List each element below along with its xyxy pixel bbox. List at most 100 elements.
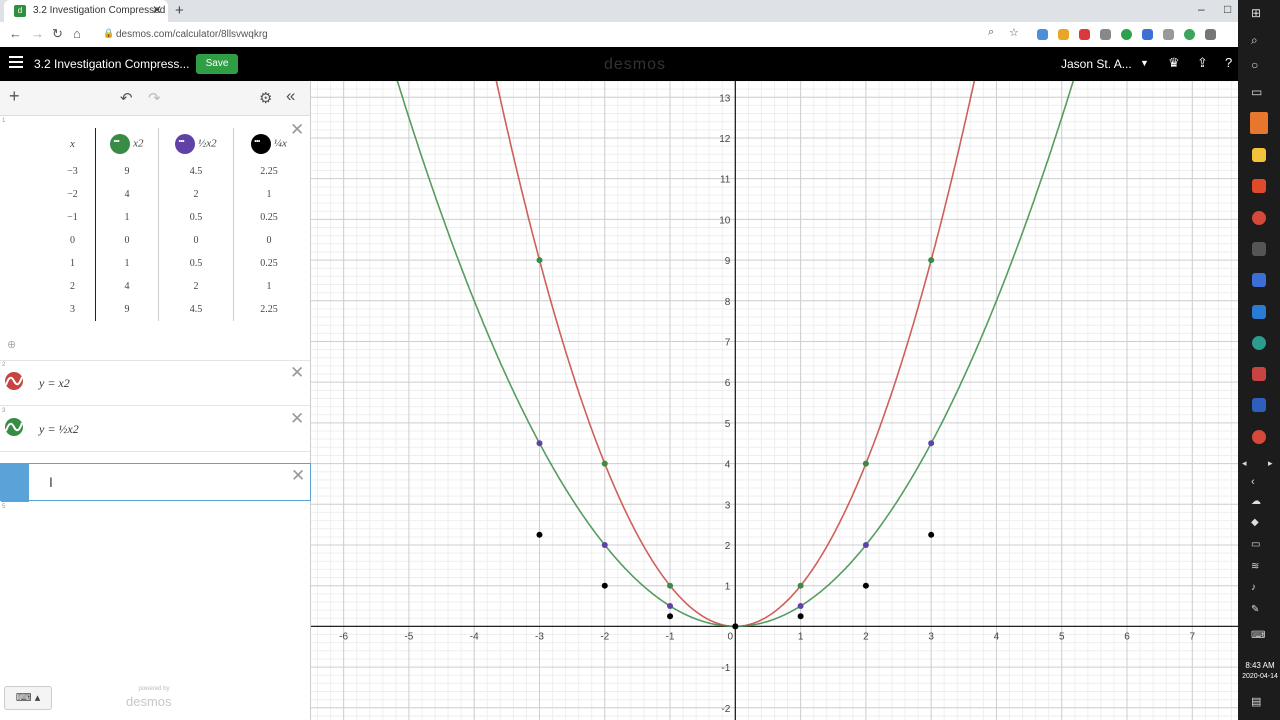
tray-right-icon[interactable]: ▸ xyxy=(1268,458,1273,469)
settings-gear-icon[interactable]: ⚙ xyxy=(259,89,272,107)
collapse-panel-icon[interactable]: « xyxy=(286,86,295,106)
graph-title[interactable]: 3.2 Investigation Compress... xyxy=(34,57,189,71)
extension-grammarly-icon[interactable] xyxy=(1121,29,1132,40)
pen-icon[interactable]: ✎ xyxy=(1251,604,1259,615)
table-header-col1[interactable]: x2 xyxy=(95,128,159,160)
table-cell[interactable]: 0 xyxy=(95,229,159,252)
wifi-icon[interactable]: ≋ xyxy=(1251,561,1259,572)
zoom-icon[interactable]: ⌕ xyxy=(988,26,994,39)
table-header-x[interactable]: x xyxy=(50,128,96,160)
table-cell[interactable]: 0 xyxy=(234,229,305,252)
graph-curve-icon[interactable] xyxy=(3,418,25,436)
table-cell[interactable]: 3 xyxy=(50,298,96,321)
extension-puzzle-icon[interactable] xyxy=(1163,29,1174,40)
table-cell[interactable]: 0 xyxy=(50,229,96,252)
add-expression-button[interactable]: + xyxy=(9,86,20,107)
table-cell[interactable]: 1 xyxy=(95,252,159,275)
point-style-icon[interactable] xyxy=(110,134,131,154)
expression-latex[interactable]: y = x2 xyxy=(39,376,70,391)
undo-icon[interactable]: ↶ xyxy=(120,89,133,107)
table-cell[interactable]: 0.5 xyxy=(158,252,234,275)
app-icon[interactable] xyxy=(1252,242,1266,256)
table-cell[interactable]: −1 xyxy=(50,206,96,229)
chrome-icon[interactable] xyxy=(1252,430,1266,444)
table-header-col2[interactable]: ½x2 xyxy=(158,128,234,160)
file-explorer-icon[interactable] xyxy=(1252,148,1266,162)
url-text[interactable]: desmos.com/calculator/8llsvwqkrg xyxy=(116,29,268,40)
edge-app-icon[interactable] xyxy=(1250,112,1268,134)
extension-gear-icon[interactable] xyxy=(1079,29,1090,40)
table-cell[interactable]: 1 xyxy=(234,183,305,206)
home-icon[interactable]: ⌂ xyxy=(73,26,81,41)
zoom-fit-icon[interactable]: ⊕ xyxy=(7,338,16,351)
table-cell[interactable]: 4.5 xyxy=(158,298,234,321)
windows-start-icon[interactable]: ⊞ xyxy=(1251,6,1261,20)
app-icon[interactable] xyxy=(1252,273,1266,287)
menu-icon[interactable] xyxy=(9,56,23,68)
table-cell[interactable]: 0 xyxy=(158,229,234,252)
device-icon[interactable]: ▭ xyxy=(1251,539,1260,550)
expression-row[interactable]: 2 y = x2 ✕ xyxy=(0,360,310,406)
table-cell[interactable]: 2 xyxy=(50,275,96,298)
table-cell[interactable]: 2.25 xyxy=(234,160,305,183)
dropbox-icon[interactable]: ◆ xyxy=(1251,517,1259,528)
notification-icon[interactable]: ▤ xyxy=(1251,695,1261,708)
lock-icon[interactable]: 🔒 xyxy=(103,28,114,39)
table-cell[interactable]: 1 xyxy=(95,206,159,229)
user-menu[interactable]: Jason St. A... xyxy=(1061,57,1132,71)
browser-tab[interactable]: d 3.2 Investigation Compressed ✕ xyxy=(4,0,168,22)
table-cell[interactable]: −3 xyxy=(50,160,96,183)
reload-icon[interactable]: ↻ xyxy=(52,26,63,42)
delete-expression-icon[interactable]: ✕ xyxy=(290,409,304,429)
point-style-icon[interactable] xyxy=(251,134,272,154)
help-icon[interactable]: ? xyxy=(1225,55,1232,70)
table-cell[interactable]: 1 xyxy=(234,275,305,298)
store-icon[interactable] xyxy=(1252,179,1266,193)
table-cell[interactable]: 0.25 xyxy=(234,206,305,229)
graph-canvas[interactable]: -6 -5 -4 -3 -2 -1 0 1 2 3 4 5 6 7-2-11234567891011121… xyxy=(311,81,1238,720)
graph-paper[interactable]: -6 -5 -4 -3 -2 -1 0 1 2 3 4 5 6 7 -2 -1 1 2 3 4 5 6 7 8 9 10 11 12 1… xyxy=(311,81,1238,720)
keyboard-toggle-button[interactable]: ⌨ ▴ xyxy=(4,686,52,710)
delete-expression-icon[interactable]: ✕ xyxy=(291,466,305,486)
word-icon[interactable] xyxy=(1252,398,1266,412)
table-cell[interactable]: 1 xyxy=(50,252,96,275)
share-icon[interactable]: ⇪ xyxy=(1197,55,1208,71)
maximize-button[interactable]: □ xyxy=(1224,2,1231,16)
table-cell[interactable]: 2 xyxy=(158,183,234,206)
clock-date[interactable]: 2020-04-14 xyxy=(1239,673,1280,680)
chrome-app-icon[interactable] xyxy=(1252,211,1266,225)
forward-icon[interactable]: → xyxy=(31,26,44,41)
save-button[interactable]: Save xyxy=(196,54,238,74)
delete-expression-icon[interactable]: ✕ xyxy=(290,363,304,383)
edge-icon[interactable] xyxy=(1252,336,1266,350)
values-table[interactable]: x x2 ½x2 ¼x −3 9 4.5 2.25 xyxy=(50,128,304,321)
new-tab-button[interactable]: + xyxy=(175,2,184,19)
back-icon[interactable]: ← xyxy=(9,26,22,41)
delete-table-icon[interactable]: ✕ xyxy=(290,120,304,140)
table-cell[interactable]: 0.5 xyxy=(158,206,234,229)
extension-cloud-icon[interactable] xyxy=(1037,29,1048,40)
redo-icon[interactable]: ↷ xyxy=(148,89,161,107)
chevron-down-icon[interactable]: ▼ xyxy=(1140,58,1149,68)
tray-left-icon[interactable]: ◂ xyxy=(1242,458,1247,469)
table-cell[interactable]: 4 xyxy=(95,183,159,206)
cortana-icon[interactable]: ○ xyxy=(1251,58,1258,72)
bookmark-star-icon[interactable]: ☆ xyxy=(1009,26,1019,39)
table-cell[interactable]: 9 xyxy=(95,160,159,183)
table-cell[interactable]: 0.25 xyxy=(234,252,305,275)
extension-translate-icon[interactable] xyxy=(1142,29,1153,40)
volume-icon[interactable]: ♪ xyxy=(1251,582,1256,593)
trophy-icon[interactable]: ♛ xyxy=(1168,55,1180,71)
table-cell[interactable]: −2 xyxy=(50,183,96,206)
expression-latex[interactable]: y = ½x2 xyxy=(39,422,79,437)
onedrive-icon[interactable]: ☁ xyxy=(1251,496,1261,507)
clock-time[interactable]: 8:43 AM xyxy=(1240,661,1280,670)
extension-cast-icon[interactable] xyxy=(1205,29,1216,40)
keyboard-icon[interactable]: ⌨ xyxy=(1251,630,1265,641)
chevron-left-icon[interactable]: ‹ xyxy=(1251,476,1255,488)
expression-row[interactable]: 3 y = ½x2 ✕ xyxy=(0,406,310,452)
table-cell[interactable]: 2.25 xyxy=(234,298,305,321)
point-style-icon[interactable] xyxy=(175,134,196,154)
graph-curve-icon[interactable] xyxy=(3,372,25,390)
table-cell[interactable]: 4 xyxy=(95,275,159,298)
